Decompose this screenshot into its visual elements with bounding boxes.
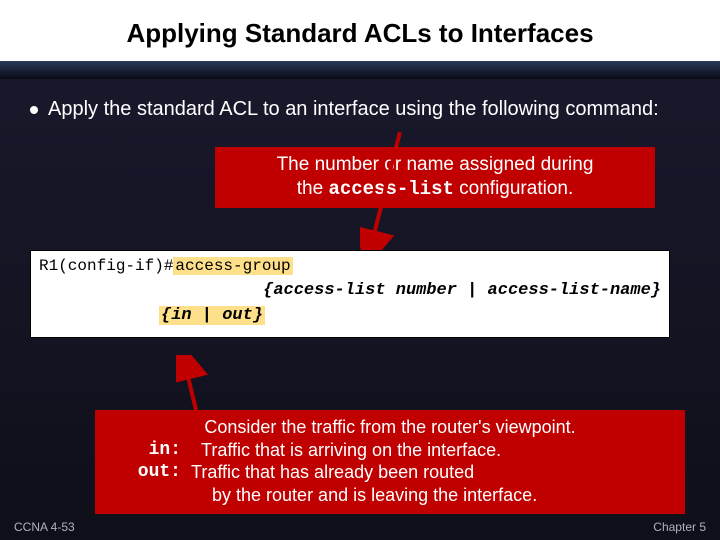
- code-panel: R1(config-if)#access-group {access-list …: [30, 250, 670, 338]
- code-direction-text: {in | out}: [159, 306, 265, 325]
- callout-top-line2b: configuration.: [454, 178, 573, 199]
- code-prompt-line: R1(config-if)#access-group: [39, 257, 661, 275]
- code-command: access-group: [173, 257, 292, 275]
- decorative-bar: [0, 61, 720, 79]
- code-direction: {in | out}: [39, 306, 661, 325]
- footer: CCNA 4-53 Chapter 5: [0, 520, 720, 534]
- slide-title: Applying Standard ACLs to Interfaces: [0, 0, 720, 61]
- in-text: Traffic that is arriving on the interfac…: [187, 439, 501, 462]
- out-label: out:: [107, 461, 187, 484]
- callout-bottom: Consider the traffic from the router's v…: [95, 410, 685, 514]
- arrow-down-icon: [360, 132, 440, 262]
- content-area: Apply the standard ACL to an interface u…: [0, 79, 720, 121]
- callout-bottom-line1: Consider the traffic from the router's v…: [107, 416, 673, 439]
- arrow-up-icon: [176, 355, 216, 415]
- bullet-icon: [30, 106, 38, 114]
- out-text1: Traffic that has already been routed: [187, 461, 474, 484]
- out-text2: by the router and is leaving the interfa…: [107, 484, 673, 507]
- bullet-item: Apply the standard ACL to an interface u…: [30, 97, 690, 121]
- footer-right: Chapter 5: [653, 520, 706, 534]
- code-args: {access-list number | access-list-name}: [39, 281, 661, 300]
- callout-top-line2a: the: [297, 178, 329, 199]
- footer-left: CCNA 4-53: [14, 520, 75, 534]
- bullet-text: Apply the standard ACL to an interface u…: [48, 97, 659, 121]
- code-prompt: R1(config-if)#: [39, 257, 173, 275]
- in-label: in:: [107, 439, 187, 462]
